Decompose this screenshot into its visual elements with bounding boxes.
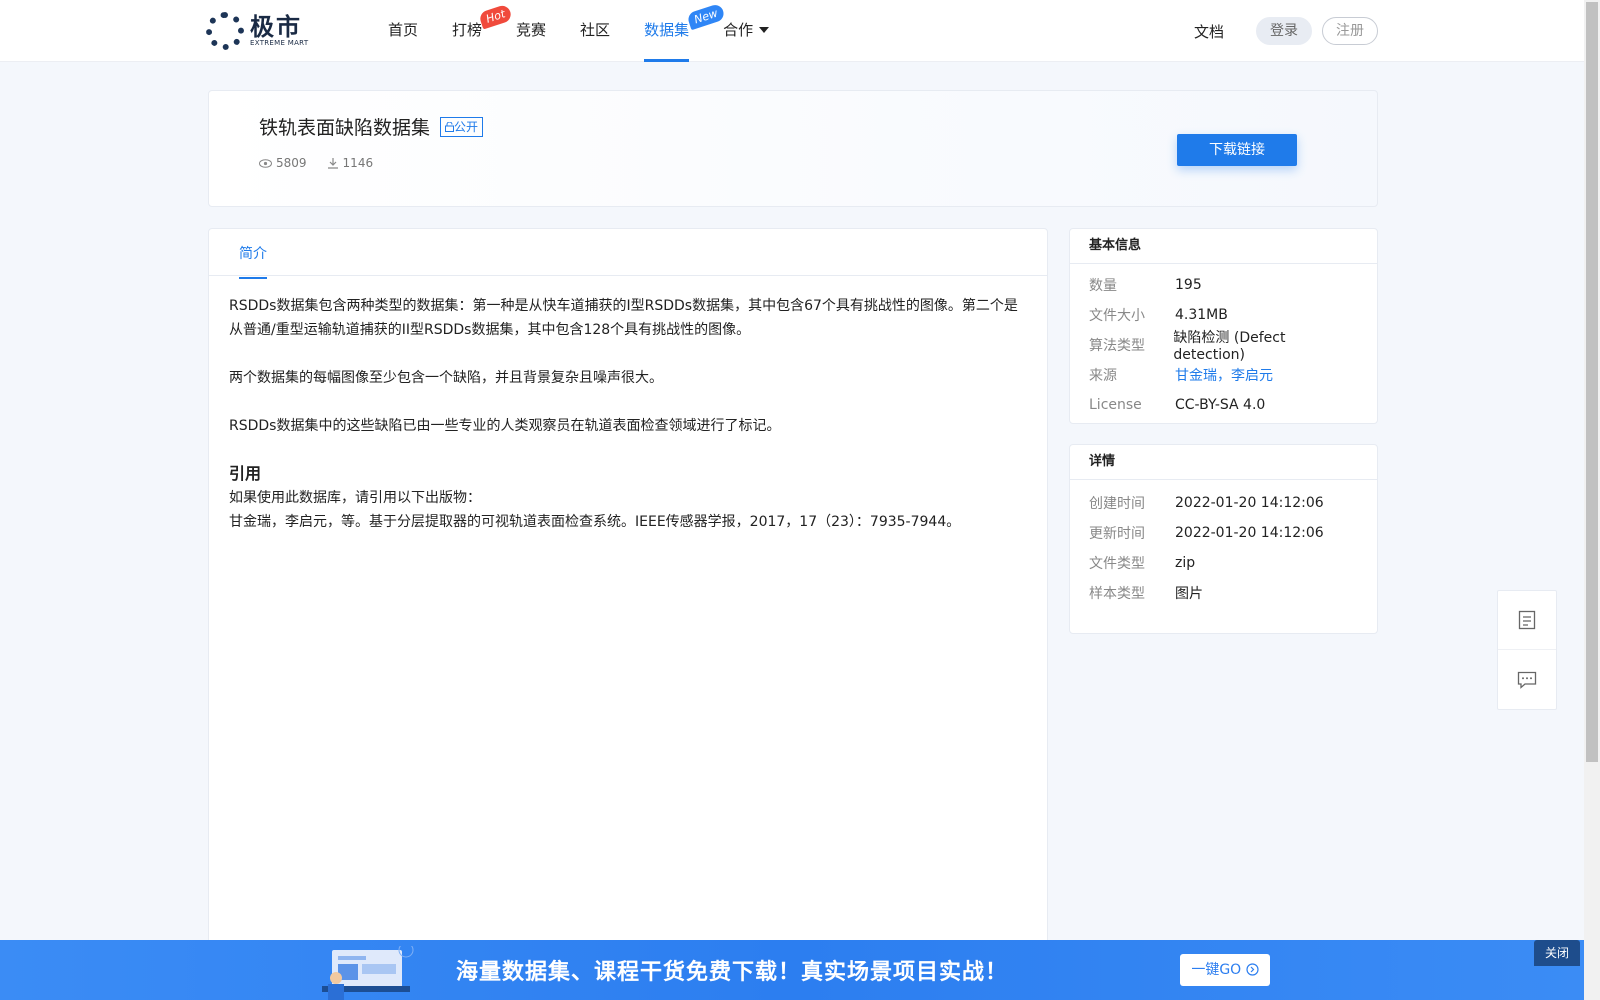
chat-icon (1517, 671, 1537, 689)
info-row: 来源 甘金瑞，李启元 (1070, 360, 1377, 390)
nav-item-cooperation[interactable]: 合作 (723, 0, 770, 62)
document-icon (1518, 610, 1536, 630)
source-link[interactable]: 甘金瑞，李启元 (1175, 365, 1273, 385)
eye-icon (259, 158, 272, 168)
downloads-stat: 1146 (327, 156, 373, 170)
intro-paragraph: RSDDs数据集包含两种类型的数据集：第一种是从快车道捕获的I型RSDDs数据集… (229, 298, 1018, 338)
detail-row: 样本类型 图片 (1089, 586, 1203, 602)
top-navbar: 极市 EXTREME MART 首页 打榜 Hot 竞赛 社区 数据集 New … (0, 0, 1584, 62)
nav-item-community[interactable]: 社区 (580, 0, 610, 62)
intro-paragraph: RSDDs数据集中的这些缺陷已由一些专业的人类观察员在轨道表面检查领域进行了标记… (229, 418, 781, 434)
detail-row: 更新时间 2022-01-20 14:12:06 (1089, 525, 1324, 542)
intro-paragraph: 两个数据集的每幅图像至少包含一个缺陷，并且背景复杂且噪声很大。 (229, 370, 663, 386)
detail-row: 文件类型 zip (1089, 555, 1196, 572)
content-tabs: 简介 (209, 229, 1047, 279)
scrollbar-thumb[interactable] (1586, 2, 1598, 762)
new-badge: New (686, 2, 726, 31)
nav-item-leaderboard[interactable]: 打榜 Hot (452, 0, 514, 62)
dataset-stats: 5809 1146 (259, 156, 373, 170)
info-row: 算法类型 缺陷检测 (Defect detection) (1089, 330, 1286, 363)
views-stat: 5809 (259, 156, 307, 170)
banner-illustration (322, 946, 414, 1000)
caret-down-icon (759, 27, 770, 33)
main-nav: 首页 打榜 Hot 竞赛 社区 数据集 New 合作 (388, 0, 803, 62)
basic-info-card: 基本信息 数量 195 文件大小 4.31MB 算法类型 缺陷检测 (Defect d… (1069, 228, 1378, 424)
brand-name-en: EXTREME MART (250, 39, 309, 47)
unlock-icon (445, 121, 455, 132)
download-icon (327, 158, 338, 169)
hot-badge: Hot (478, 3, 514, 30)
info-row: License CC-BY-SA 4.0 (1089, 397, 1266, 413)
nav-item-home[interactable]: 首页 (388, 0, 418, 62)
dataset-title: 铁轨表面缺陷数据集 (259, 117, 431, 139)
nav-item-datasets[interactable]: 数据集 New (644, 0, 726, 62)
banner-close-button[interactable]: 关闭 (1534, 940, 1580, 966)
download-link-button[interactable]: 下载链接 (1177, 134, 1297, 166)
promo-banner: 海量数据集、课程干货免费下载！真实场景项目实战！ 一键GO (0, 940, 1584, 1000)
info-row: 文件大小 4.31MB (1089, 307, 1228, 324)
arrow-circle-icon (1246, 963, 1259, 976)
citation-heading: 引用 (229, 464, 262, 483)
docs-link[interactable]: 文档 (1194, 21, 1224, 42)
details-heading: 详情 (1070, 445, 1377, 480)
citation-reference: 甘金瑞，李启元，等。基于分层提取器的可视轨道表面检查系统。IEEE传感器学报，2… (229, 514, 961, 530)
tab-intro[interactable]: 简介 (239, 243, 267, 279)
visibility-tag: 公开 (440, 116, 484, 137)
logo-mark-icon (206, 12, 244, 50)
citation-intro: 如果使用此数据库，请引用以下出版物： (229, 490, 481, 506)
page-scrollbar[interactable] (1584, 0, 1600, 1000)
details-card: 详情 创建时间 2022-01-20 14:12:06 更新时间 2022-01-2… (1069, 444, 1378, 634)
account-nav: 文档 登录 注册 (1194, 17, 1378, 45)
floating-toolbar (1497, 590, 1557, 710)
intro-content: RSDDs数据集包含两种类型的数据集：第一种是从快车道捕获的I型RSDDs数据集… (209, 276, 1047, 552)
intro-panel: 简介 RSDDs数据集包含两种类型的数据集：第一种是从快车道捕获的I型RSDDs… (208, 228, 1048, 1000)
basic-info-heading: 基本信息 (1070, 229, 1377, 264)
dataset-header-card: 铁轨表面缺陷数据集 公开 5809 1146 下载链接 (208, 90, 1378, 207)
nav-item-competition[interactable]: 竞赛 (516, 0, 546, 62)
brand-name: 极市 (250, 13, 302, 41)
document-tool-button[interactable] (1498, 591, 1556, 650)
register-button[interactable]: 注册 (1322, 17, 1378, 45)
info-row: 数量 195 (1089, 277, 1202, 294)
detail-row: 创建时间 2022-01-20 14:12:06 (1089, 495, 1324, 512)
brand-logo[interactable]: 极市 EXTREME MART (206, 12, 308, 50)
login-button[interactable]: 登录 (1256, 17, 1312, 45)
promo-text: 海量数据集、课程干货免费下载！真实场景项目实战！ (456, 959, 1009, 985)
promo-go-button[interactable]: 一键GO (1180, 954, 1270, 986)
chat-tool-button[interactable] (1498, 650, 1556, 709)
